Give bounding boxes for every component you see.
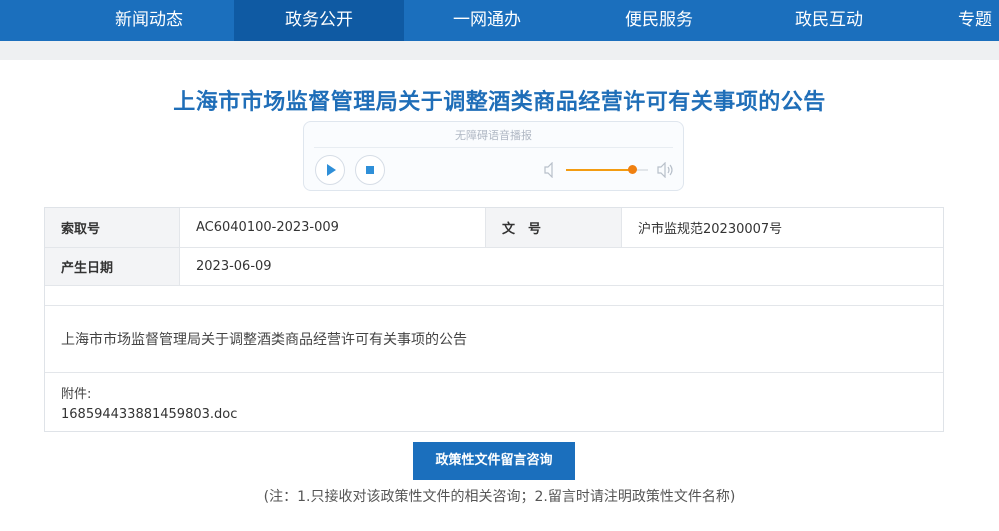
volume-knob[interactable] — [627, 165, 637, 174]
volume-high-icon[interactable] — [657, 162, 675, 178]
date-value: 2023-06-09 — [179, 248, 943, 285]
stop-icon — [366, 166, 374, 174]
top-nav: 新闻动态 政务公开 一网通办 便民服务 政民互动 专题 — [0, 0, 999, 41]
volume-slider[interactable] — [566, 165, 648, 174]
play-icon — [327, 164, 336, 176]
nav-item-one-stop-service[interactable]: 一网通办 — [420, 0, 554, 41]
nav-item-news[interactable]: 新闻动态 — [82, 0, 216, 41]
play-button[interactable] — [315, 155, 345, 185]
player-divider — [314, 147, 673, 148]
policy-consult-button[interactable]: 政策性文件留言咨询 — [413, 442, 575, 480]
index-label: 索取号 — [45, 208, 179, 247]
doc-number-value: 沪市监规范20230007号 — [621, 208, 943, 247]
volume-low-icon[interactable] — [544, 162, 558, 178]
info-row-index: 索取号 AC6040100-2023-009 文 号 沪市监规范20230007… — [45, 208, 943, 248]
index-value: AC6040100-2023-009 — [179, 208, 485, 247]
document-body: 上海市市场监督管理局关于调整酒类商品经营许可有关事项的公告 — [45, 306, 943, 373]
nav-item-interaction[interactable]: 政民互动 — [762, 0, 896, 41]
nav-item-topics[interactable]: 专题 — [958, 0, 999, 41]
info-row-empty — [45, 286, 943, 306]
info-row-date: 产生日期 2023-06-09 — [45, 248, 943, 286]
audio-player: 无障碍语音播报 — [303, 121, 684, 191]
player-label: 无障碍语音播报 — [455, 129, 532, 142]
nav-item-government-affairs[interactable]: 政务公开 — [234, 0, 404, 41]
attachment-label: 附件: — [61, 387, 92, 402]
date-label: 产生日期 — [45, 248, 179, 285]
attachment-link[interactable]: 168594433881459803.doc — [61, 407, 237, 422]
nav-gray-band — [0, 41, 999, 60]
page-title: 上海市市场监督管理局关于调整酒类商品经营许可有关事项的公告 — [173, 90, 826, 115]
consult-note: (注：1.只接收对该政策性文件的相关咨询；2.留言时请注明政策性文件名称) — [263, 489, 736, 505]
attachment-section: 附件: 168594433881459803.doc — [45, 373, 943, 431]
doc-number-label: 文 号 — [485, 208, 621, 247]
stop-button[interactable] — [355, 155, 385, 185]
nav-item-public-services[interactable]: 便民服务 — [592, 0, 726, 41]
volume-fill — [566, 169, 632, 171]
document-info-table: 索取号 AC6040100-2023-009 文 号 沪市监规范20230007… — [44, 207, 944, 432]
